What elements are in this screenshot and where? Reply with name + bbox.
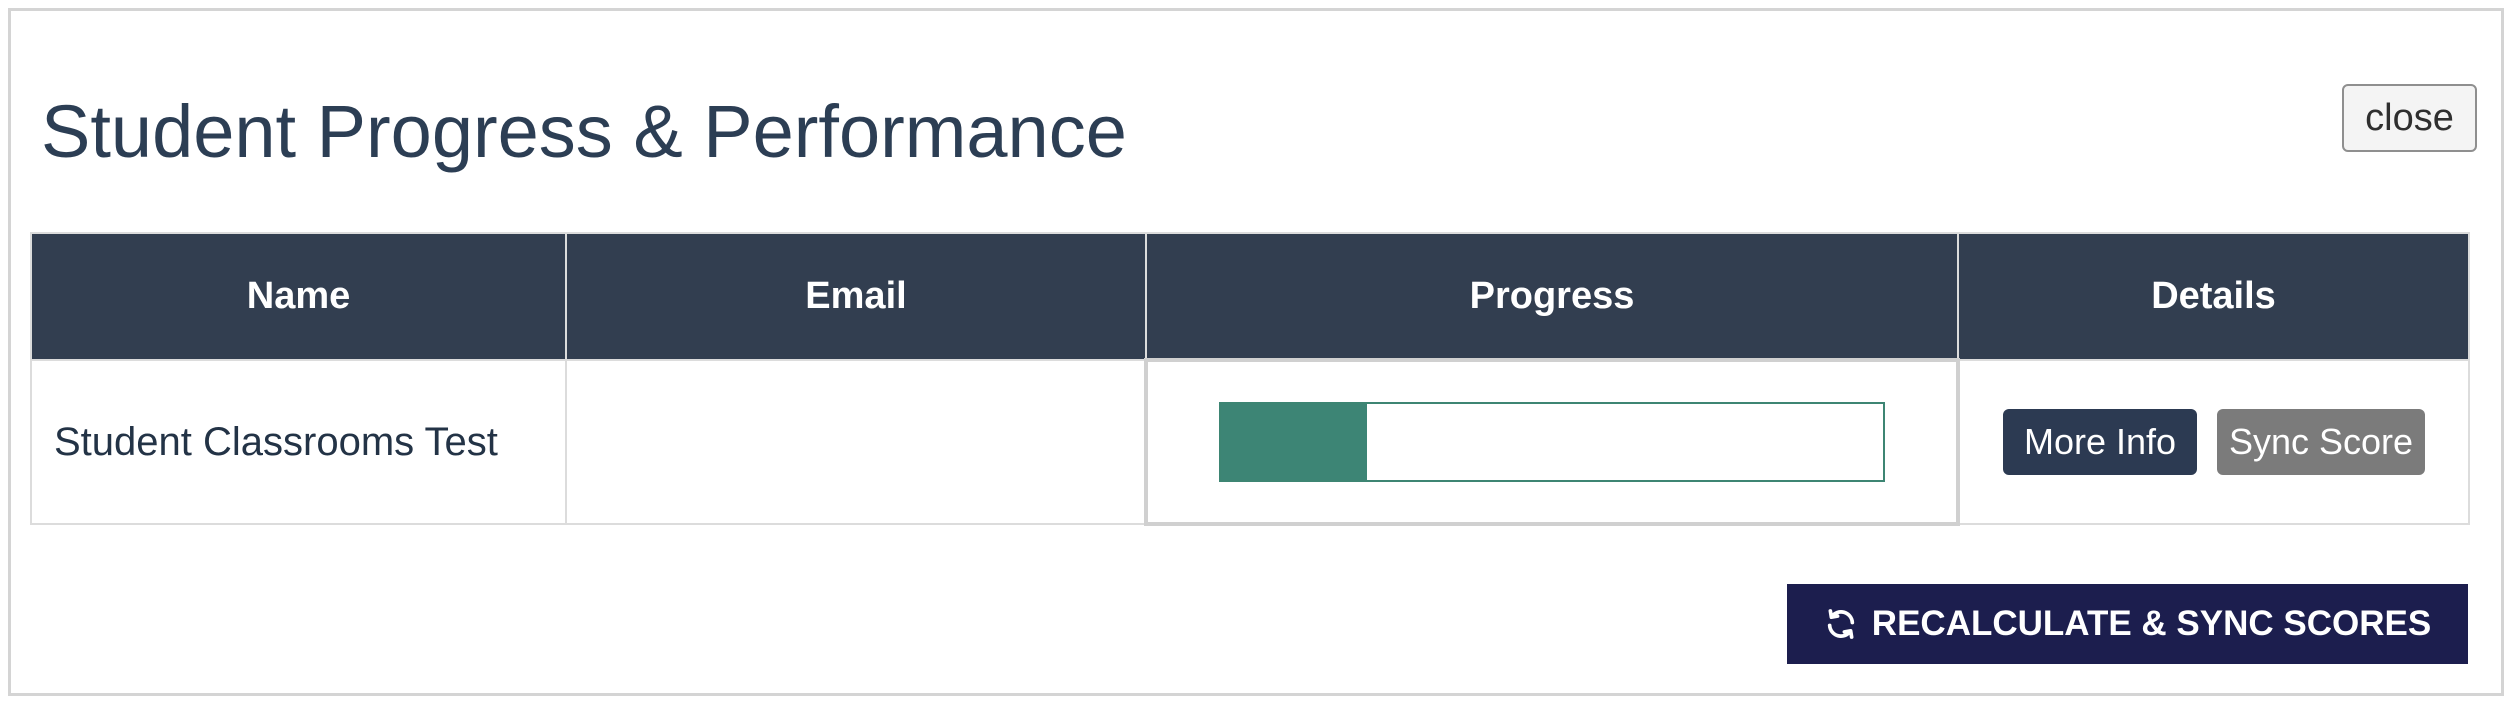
table-header-row: Name Email Progress Details: [30, 232, 2470, 361]
recalculate-sync-scores-button[interactable]: RECALCULATE & SYNC SCORES: [1787, 584, 2468, 664]
progress-bar: [1219, 402, 1885, 482]
student-progress-table: Name Email Progress Details Student Clas…: [30, 232, 2470, 526]
close-button[interactable]: close: [2342, 84, 2477, 152]
student-name-cell: Student Classrooms Test: [30, 359, 567, 525]
column-header-progress: Progress: [1145, 232, 1959, 361]
table-row: Student Classrooms Test More Info Sync S…: [30, 358, 2470, 526]
sync-icon: [1824, 607, 1858, 641]
sync-score-button[interactable]: Sync Score: [2217, 409, 2425, 475]
more-info-button[interactable]: More Info: [2003, 409, 2197, 475]
progress-bar-fill: [1221, 404, 1367, 480]
column-header-email: Email: [565, 232, 1147, 361]
column-header-details: Details: [1957, 232, 2470, 361]
column-header-name: Name: [30, 232, 567, 361]
student-email-cell: [565, 359, 1147, 525]
student-details-cell: More Info Sync Score: [1957, 359, 2470, 525]
modal-title: Student Progress & Performance: [41, 90, 1127, 173]
student-progress-cell: [1144, 358, 1960, 526]
recalculate-label: RECALCULATE & SYNC SCORES: [1871, 604, 2432, 643]
